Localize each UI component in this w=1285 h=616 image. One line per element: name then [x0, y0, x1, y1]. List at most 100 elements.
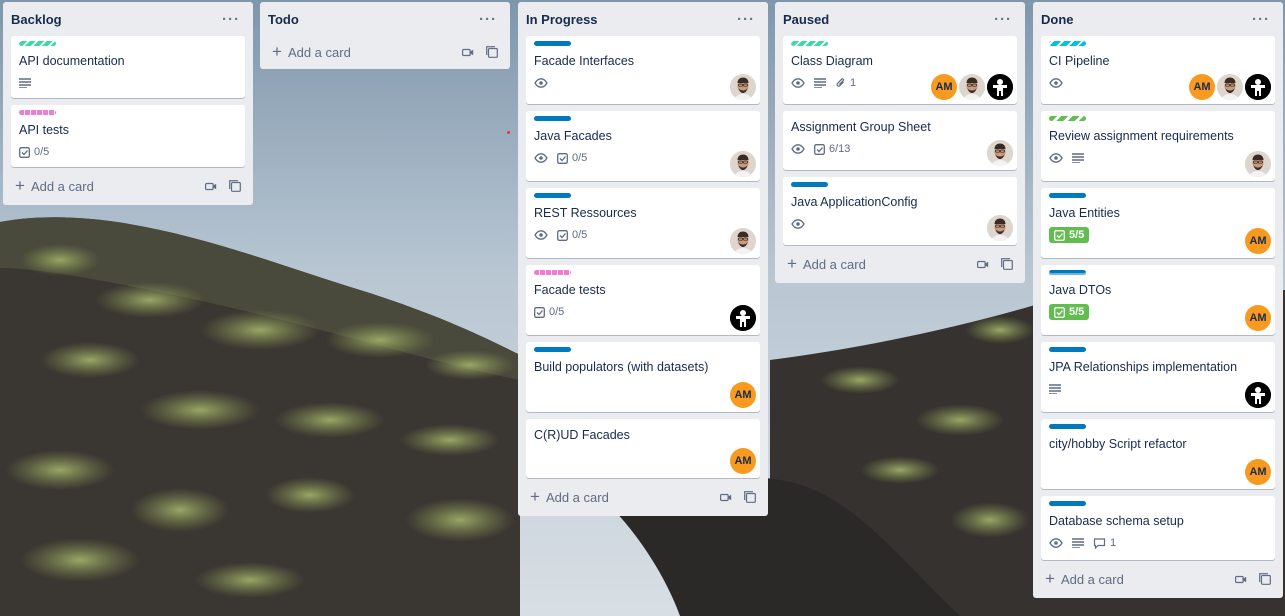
create-from-template-icon[interactable]	[486, 46, 498, 58]
checklist-icon	[1054, 306, 1065, 318]
video-icon[interactable]	[462, 48, 474, 57]
member-avatar-am[interactable]: AM	[1189, 74, 1215, 100]
card-class-diagram[interactable]: Class Diagram 1 AM	[783, 36, 1017, 104]
member-avatar-mascot[interactable]	[1245, 382, 1271, 408]
board: Backlog ··· API documentation API tests …	[0, 0, 1285, 616]
card-list: Facade Interfaces Java Facades 0/5 REST …	[526, 36, 760, 478]
label-blue[interactable]	[534, 41, 571, 46]
card-city-hobby-script-refactor[interactable]: city/hobby Script refactor AM	[1041, 419, 1275, 489]
label-blue[interactable]	[534, 347, 571, 352]
add-card-button[interactable]: + Add a card	[13, 177, 94, 194]
member-avatar-am[interactable]: AM	[1245, 305, 1271, 331]
attachment-count: 1	[850, 77, 857, 89]
list-footer: + Add a card	[11, 167, 245, 205]
card-jpa-relationships[interactable]: JPA Relationships implementation	[1041, 342, 1275, 412]
label-blue[interactable]	[1049, 270, 1086, 275]
add-card-button[interactable]: + Add a card	[528, 487, 609, 506]
card-title: Facade tests	[534, 283, 606, 297]
member-avatar-am[interactable]: AM	[931, 74, 957, 100]
card-facade-interfaces[interactable]: Facade Interfaces	[526, 36, 760, 104]
card-java-entities[interactable]: Java Entities 5/5 AM	[1041, 188, 1275, 258]
label-teal[interactable]	[791, 41, 828, 46]
member-avatar-photo[interactable]	[1245, 151, 1271, 177]
card-api-documentation[interactable]: API documentation	[11, 36, 245, 98]
member-avatar-photo[interactable]	[959, 74, 985, 100]
plus-icon: +	[530, 487, 540, 506]
add-card-button[interactable]: + Add a card	[785, 255, 866, 272]
card-labels	[534, 270, 752, 276]
label-blue[interactable]	[534, 193, 571, 198]
create-from-template-icon[interactable]	[1259, 573, 1271, 585]
label-cyan[interactable]	[1049, 41, 1086, 46]
member-avatar-photo[interactable]	[987, 215, 1013, 241]
create-from-template-icon[interactable]	[1001, 258, 1013, 270]
video-icon[interactable]	[205, 182, 217, 191]
card-api-tests[interactable]: API tests 0/5	[11, 105, 245, 167]
card-members: AM	[1245, 459, 1271, 485]
label-blue[interactable]	[1049, 193, 1086, 198]
ellipsis-icon[interactable]: ···	[219, 9, 243, 29]
member-avatar-am[interactable]: AM	[1245, 228, 1271, 254]
video-icon[interactable]	[1235, 575, 1247, 584]
label-blue[interactable]	[1049, 347, 1086, 352]
card-java-facades[interactable]: Java Facades 0/5	[526, 111, 760, 181]
video-icon[interactable]	[720, 493, 732, 502]
create-from-template-icon[interactable]	[229, 180, 241, 192]
list-title: Paused	[783, 11, 830, 27]
add-card-button[interactable]: + Add a card	[270, 43, 351, 60]
checklist-badge: 0/5	[557, 229, 587, 241]
member-avatar-photo[interactable]	[1217, 74, 1243, 100]
eye-icon	[1049, 538, 1063, 548]
ellipsis-icon[interactable]: ···	[734, 9, 758, 29]
card-ci-pipeline[interactable]: CI Pipeline AM	[1041, 36, 1275, 104]
label-pink[interactable]	[534, 270, 571, 275]
video-icon[interactable]	[977, 260, 989, 269]
member-avatar-mascot[interactable]	[1245, 74, 1271, 100]
member-avatar-photo[interactable]	[730, 74, 756, 100]
card-assignment-group-sheet[interactable]: Assignment Group Sheet 6/13	[783, 111, 1017, 170]
add-card-button[interactable]: + Add a card	[1043, 570, 1124, 587]
label-blue[interactable]	[1049, 501, 1086, 506]
description-icon	[19, 78, 31, 88]
label-blue[interactable]	[534, 116, 571, 121]
card-title: C(R)UD Facades	[534, 428, 630, 442]
comment-count: 1	[1110, 537, 1117, 549]
member-avatar-am[interactable]: AM	[730, 448, 756, 474]
create-from-template-icon[interactable]	[744, 491, 756, 503]
label-blue[interactable]	[791, 182, 828, 187]
add-card-label: Add a card	[30, 178, 94, 194]
checklist-badge: 0/5	[534, 306, 564, 318]
label-pink[interactable]	[19, 110, 56, 115]
card-labels	[1049, 41, 1267, 47]
member-avatar-am[interactable]: AM	[730, 382, 756, 408]
card-java-applicationconfig[interactable]: Java ApplicationConfig	[783, 177, 1017, 245]
list-footer: + Add a card	[783, 245, 1017, 283]
checklist-badge: 0/5	[557, 152, 587, 164]
card-rest-ressources[interactable]: REST Ressources 0/5	[526, 188, 760, 258]
label-green[interactable]	[1049, 116, 1086, 121]
card-facade-tests[interactable]: Facade tests 0/5	[526, 265, 760, 335]
card-crud-facades[interactable]: C(R)UD Facades AM	[526, 419, 760, 478]
ellipsis-icon[interactable]: ···	[476, 9, 500, 29]
label-blue[interactable]	[1049, 424, 1086, 429]
card-labels	[791, 41, 1009, 47]
card-java-dtos[interactable]: Java DTOs 5/5 AM	[1041, 265, 1275, 335]
description-icon	[1049, 384, 1061, 394]
checklist-count: 5/5	[1069, 229, 1085, 241]
member-avatar-am[interactable]: AM	[1245, 459, 1271, 485]
list-paused: Paused ··· Class Diagram 1 AM Assignment…	[775, 2, 1025, 283]
card-title: JPA Relationships implementation	[1049, 360, 1238, 374]
card-database-schema-setup[interactable]: Database schema setup 1	[1041, 496, 1275, 560]
red-dot-marker	[507, 131, 510, 134]
label-teal[interactable]	[19, 41, 56, 46]
member-avatar-photo[interactable]	[987, 140, 1013, 166]
ellipsis-icon[interactable]: ···	[991, 9, 1015, 29]
card-members: AM	[1245, 228, 1271, 254]
member-avatar-mascot[interactable]	[987, 74, 1013, 100]
member-avatar-mascot[interactable]	[730, 305, 756, 331]
member-avatar-photo[interactable]	[730, 151, 756, 177]
card-build-populators[interactable]: Build populators (with datasets) AM	[526, 342, 760, 412]
ellipsis-icon[interactable]: ···	[1249, 9, 1273, 29]
member-avatar-photo[interactable]	[730, 228, 756, 254]
card-review-assignment-requirements[interactable]: Review assignment requirements	[1041, 111, 1275, 181]
